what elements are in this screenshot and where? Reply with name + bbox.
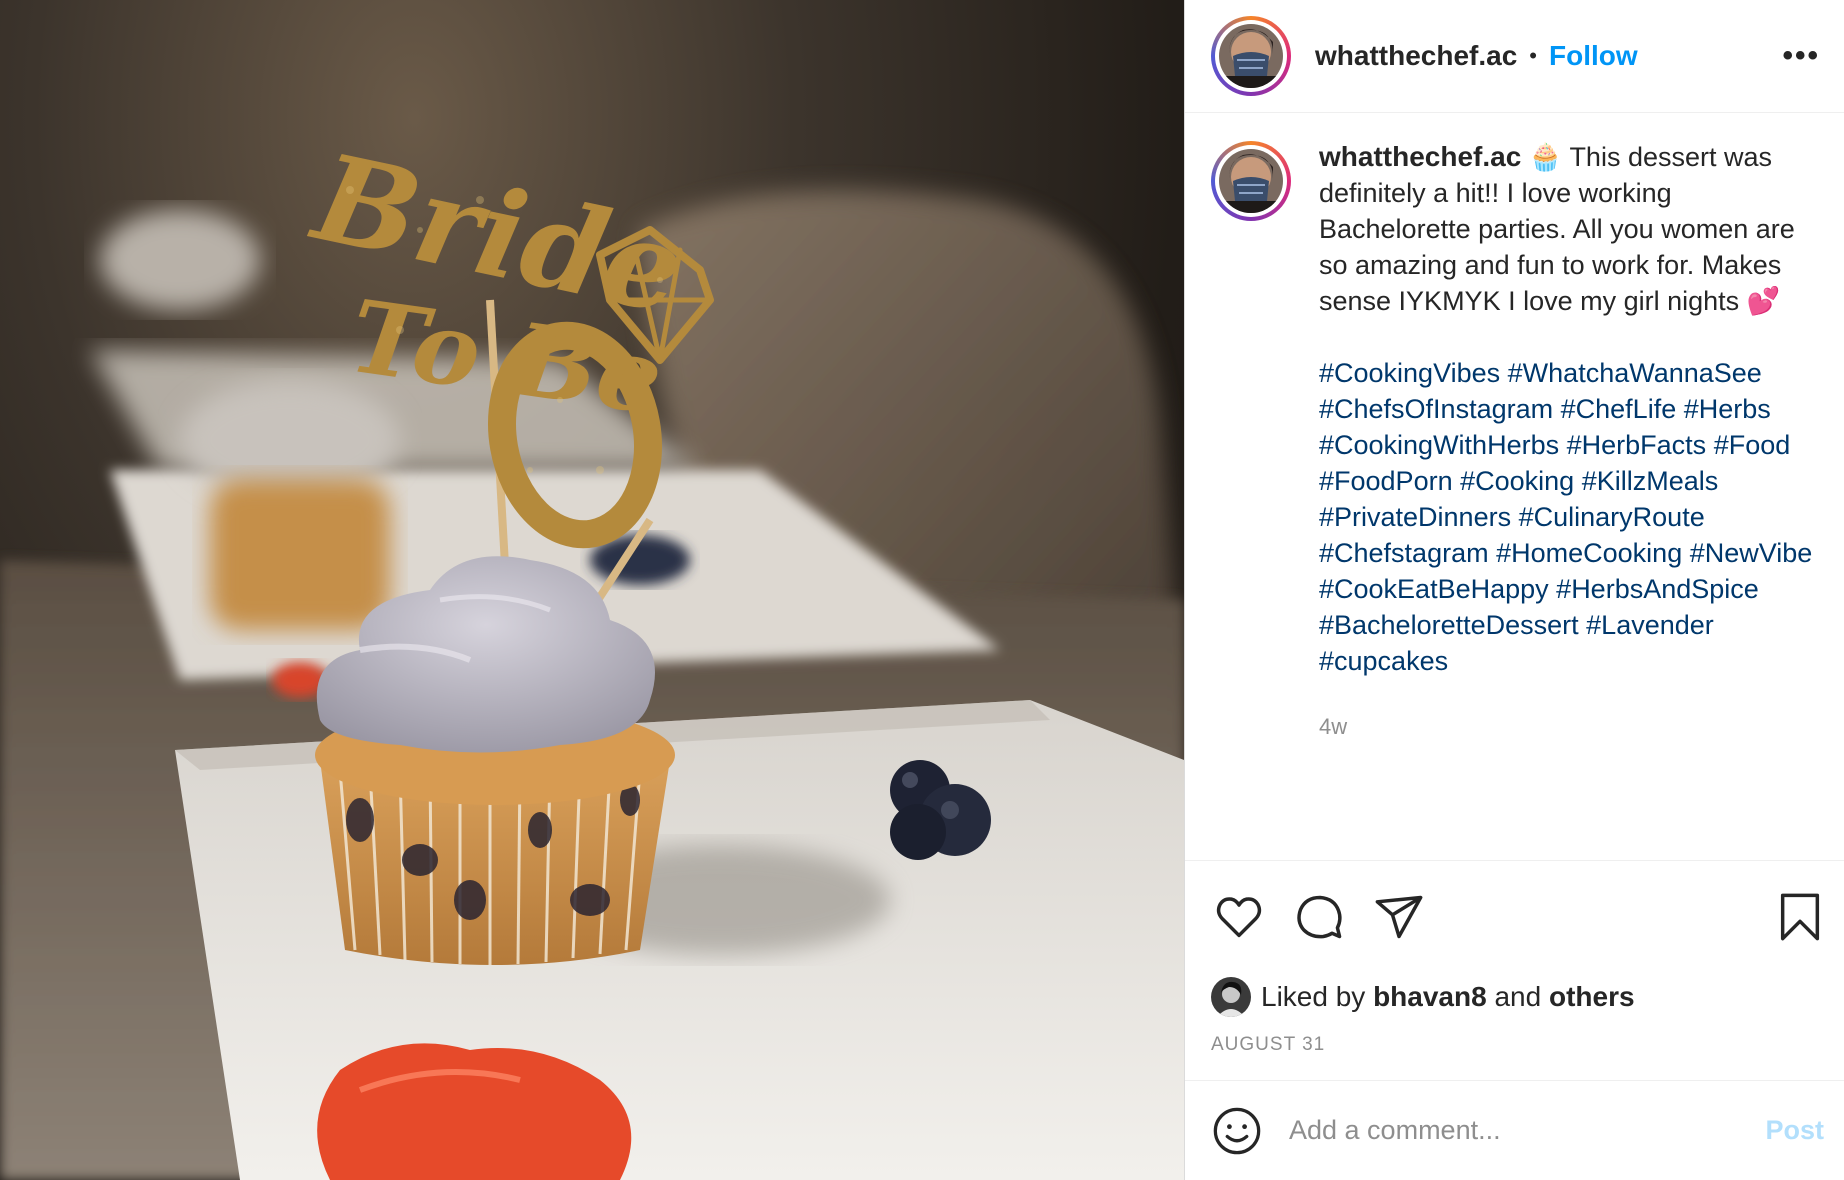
hashtag-link[interactable]: #ChefsOfInstagram xyxy=(1319,394,1553,424)
caption-username[interactable]: whatthechef.ac xyxy=(1319,141,1521,172)
hashtag-link[interactable]: #CookingWithHerbs xyxy=(1319,430,1559,460)
hashtag-link[interactable]: #ChefLife xyxy=(1561,394,1677,424)
liker-avatar[interactable] xyxy=(1211,977,1251,1017)
post-date[interactable]: AUGUST 31 xyxy=(1185,1034,1844,1080)
bookmark-icon[interactable] xyxy=(1772,889,1828,945)
likes-and: and xyxy=(1494,981,1542,1012)
post-photo[interactable]: Bride To Be xyxy=(0,0,1184,1180)
likes-summary: Liked by bhavan8 and others xyxy=(1185,972,1844,1022)
caption-timestamp[interactable]: 4w xyxy=(1319,709,1819,745)
hashtag-link[interactable]: #FoodPorn xyxy=(1319,466,1453,496)
liker-username[interactable]: bhavan8 xyxy=(1373,981,1487,1013)
follow-button[interactable]: Follow xyxy=(1549,40,1638,72)
hashtag-link[interactable]: #Food xyxy=(1714,430,1791,460)
paper-plane-icon[interactable] xyxy=(1371,889,1427,945)
caption: whatthechef.ac 🧁 This dessert was defini… xyxy=(1211,139,1820,745)
avatar[interactable] xyxy=(1211,16,1291,96)
hashtag-link[interactable]: #Herbs xyxy=(1684,394,1771,424)
hashtag-link[interactable]: #KillzMeals xyxy=(1582,466,1719,496)
heart-icon[interactable] xyxy=(1211,889,1267,945)
hashtag-list: #CookingVibes #WhatchaWannaSee #ChefsOfI… xyxy=(1319,355,1819,679)
more-options-icon[interactable]: ••• xyxy=(1782,39,1820,73)
hashtag-link[interactable]: #PrivateDinners xyxy=(1319,502,1511,532)
instagram-post: Bride To Be whatthechef.ac • Follow ••• … xyxy=(0,0,1844,1180)
caption-avatar[interactable] xyxy=(1211,141,1291,221)
hashtag-link[interactable]: #cupcakes xyxy=(1319,646,1448,676)
hashtag-link[interactable]: #CookingVibes xyxy=(1319,358,1500,388)
comment-input[interactable] xyxy=(1287,1114,1766,1147)
header-username[interactable]: whatthechef.ac xyxy=(1315,40,1517,72)
post-comment-button[interactable]: Post xyxy=(1765,1115,1824,1146)
cupcake-emoji: 🧁 xyxy=(1528,142,1563,172)
profile-photo xyxy=(1219,24,1283,88)
hashtag-link[interactable]: #HomeCooking xyxy=(1496,538,1682,568)
smiley-icon[interactable] xyxy=(1211,1105,1263,1157)
hashtag-link[interactable]: #NewVibe xyxy=(1690,538,1813,568)
separator-dot: • xyxy=(1529,43,1537,68)
hashtag-link[interactable]: #CulinaryRoute xyxy=(1519,502,1705,532)
hashtag-link[interactable]: #Chefstagram xyxy=(1319,538,1489,568)
caption-text-block: whatthechef.ac 🧁 This dessert was defini… xyxy=(1319,139,1819,745)
hashtag-link[interactable]: #Lavender xyxy=(1586,610,1714,640)
comments-section: whatthechef.ac 🧁 This dessert was defini… xyxy=(1185,113,1844,860)
hashtag-link[interactable]: #HerbsAndSpice xyxy=(1556,574,1759,604)
cupcake-photo-illustration: Bride To Be xyxy=(0,126,1184,1180)
liked-by-label: Liked by xyxy=(1261,981,1366,1012)
hearts-emoji: 💕 xyxy=(1746,286,1781,316)
hashtag-link[interactable]: #CookEatBeHappy xyxy=(1319,574,1549,604)
hashtag-link[interactable]: #HerbFacts xyxy=(1567,430,1707,460)
hashtag-link[interactable]: #Cooking xyxy=(1460,466,1574,496)
post-header: whatthechef.ac • Follow ••• xyxy=(1185,0,1844,113)
post-side-panel: whatthechef.ac • Follow ••• whatthechef.… xyxy=(1184,0,1844,1180)
action-bar xyxy=(1185,860,1844,972)
comment-form: Post xyxy=(1185,1080,1844,1180)
likes-others-link[interactable]: others xyxy=(1549,981,1635,1013)
comment-icon[interactable] xyxy=(1291,889,1347,945)
hashtag-link[interactable]: #BacheloretteDessert xyxy=(1319,610,1579,640)
hashtag-link[interactable]: #WhatchaWannaSee xyxy=(1508,358,1762,388)
profile-photo xyxy=(1219,149,1283,213)
